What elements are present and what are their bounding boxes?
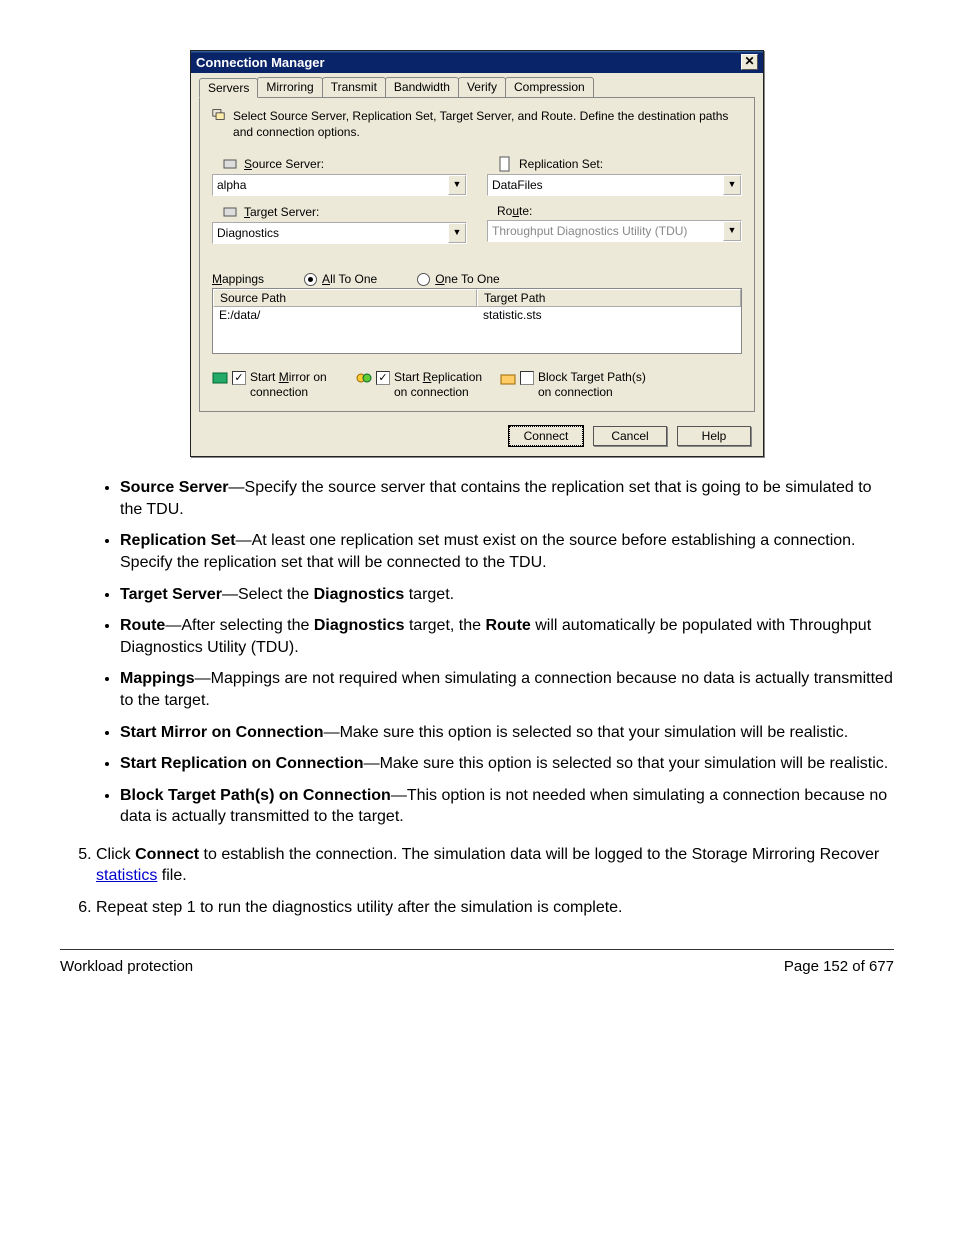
radio-one-to-one[interactable]: One To One bbox=[417, 272, 500, 286]
checkbox-block[interactable] bbox=[520, 371, 534, 385]
chevron-down-icon[interactable]: ▼ bbox=[723, 175, 741, 195]
radio-icon bbox=[304, 273, 317, 286]
checkbox-replication-label: Start Replication on connection bbox=[394, 370, 484, 399]
tab-panel-servers: Select Source Server, Replication Set, T… bbox=[199, 97, 755, 412]
radio-all-label: All To One bbox=[322, 272, 377, 286]
mappings-label: Mappings bbox=[212, 272, 264, 286]
list-item: Source Server—Specify the source server … bbox=[120, 477, 894, 520]
checkbox-mirror-label: Start Mirror on connection bbox=[250, 370, 340, 399]
source-server-input[interactable] bbox=[213, 177, 448, 193]
tab-transmit[interactable]: Transmit bbox=[322, 77, 386, 97]
radio-one-label: One To One bbox=[435, 272, 500, 286]
list-item: Click Connect to establish the connectio… bbox=[96, 844, 894, 887]
server-icon bbox=[222, 204, 238, 220]
col-target-path: Target Path bbox=[477, 289, 741, 307]
close-icon[interactable]: ✕ bbox=[741, 54, 758, 70]
list-item: Start Mirror on Connection—Make sure thi… bbox=[120, 722, 894, 744]
radio-all-to-one[interactable]: All To One bbox=[304, 272, 377, 286]
connect-button[interactable]: Connect bbox=[509, 426, 583, 446]
connection-manager-dialog: Connection Manager ✕ Servers Mirroring T… bbox=[190, 50, 764, 457]
document-icon bbox=[497, 156, 513, 172]
route-combo: ▼ bbox=[487, 220, 742, 242]
step-list: Click Connect to establish the connectio… bbox=[60, 844, 894, 919]
mirror-icon bbox=[212, 370, 228, 386]
tab-mirroring[interactable]: Mirroring bbox=[257, 77, 322, 97]
cancel-button[interactable]: Cancel bbox=[593, 426, 667, 446]
checkbox-block-label: Block Target Path(s) on connection bbox=[538, 370, 648, 399]
footer-divider bbox=[60, 949, 894, 950]
replication-icon bbox=[356, 370, 372, 386]
list-item: Repeat step 1 to run the diagnostics uti… bbox=[96, 897, 894, 919]
target-server-combo[interactable]: ▼ bbox=[212, 222, 467, 244]
table-row[interactable]: E:/data/ statistic.sts bbox=[213, 307, 741, 353]
source-server-label: Source Server: bbox=[244, 157, 324, 171]
chevron-down-icon: ▼ bbox=[723, 221, 741, 241]
page-footer: Workload protection Page 152 of 677 bbox=[60, 958, 894, 975]
list-item: Mappings—Mappings are not required when … bbox=[120, 668, 894, 711]
help-button[interactable]: Help bbox=[677, 426, 751, 446]
help-text: Select Source Server, Replication Set, T… bbox=[233, 108, 742, 140]
tab-bandwidth[interactable]: Bandwidth bbox=[385, 77, 459, 97]
folder-icon bbox=[500, 370, 516, 386]
title-bar: Connection Manager ✕ bbox=[191, 51, 763, 73]
list-item: Block Target Path(s) on Connection—This … bbox=[120, 785, 894, 828]
statistics-link[interactable]: statistics bbox=[96, 867, 157, 884]
route-input bbox=[488, 223, 723, 239]
chevron-down-icon[interactable]: ▼ bbox=[448, 223, 466, 243]
footer-section: Workload protection bbox=[60, 958, 193, 975]
button-row: Connect Cancel Help bbox=[191, 420, 763, 456]
checkbox-mirror[interactable] bbox=[232, 371, 246, 385]
tab-compression[interactable]: Compression bbox=[505, 77, 594, 97]
cell-target-path: statistic.sts bbox=[477, 307, 741, 353]
list-item: Start Replication on Connection—Make sur… bbox=[120, 753, 894, 775]
footer-page: Page 152 of 677 bbox=[784, 958, 894, 975]
source-server-combo[interactable]: ▼ bbox=[212, 174, 467, 196]
replication-set-input[interactable] bbox=[488, 177, 723, 193]
dialog-title: Connection Manager bbox=[196, 55, 325, 70]
list-item: Replication Set—At least one replication… bbox=[120, 530, 894, 573]
checkbox-replication[interactable] bbox=[376, 371, 390, 385]
server-icon bbox=[222, 156, 238, 172]
chevron-down-icon[interactable]: ▼ bbox=[448, 175, 466, 195]
replication-set-label: Replication Set: bbox=[519, 157, 603, 171]
servers-icon bbox=[212, 108, 225, 124]
replication-set-combo[interactable]: ▼ bbox=[487, 174, 742, 196]
tab-verify[interactable]: Verify bbox=[458, 77, 506, 97]
list-item: Target Server—Select the Diagnostics tar… bbox=[120, 584, 894, 606]
target-server-input[interactable] bbox=[213, 225, 448, 241]
mappings-table: Source Path Target Path E:/data/ statist… bbox=[212, 288, 742, 354]
route-label: Route: bbox=[497, 204, 532, 218]
cell-source-path: E:/data/ bbox=[213, 307, 477, 353]
option-descriptions: Source Server—Specify the source server … bbox=[60, 477, 894, 828]
tab-strip: Servers Mirroring Transmit Bandwidth Ver… bbox=[191, 73, 763, 97]
tab-servers[interactable]: Servers bbox=[199, 78, 258, 98]
col-source-path: Source Path bbox=[213, 289, 477, 307]
list-item: Route—After selecting the Diagnostics ta… bbox=[120, 615, 894, 658]
target-server-label: Target Server: bbox=[244, 205, 319, 219]
radio-icon bbox=[417, 273, 430, 286]
